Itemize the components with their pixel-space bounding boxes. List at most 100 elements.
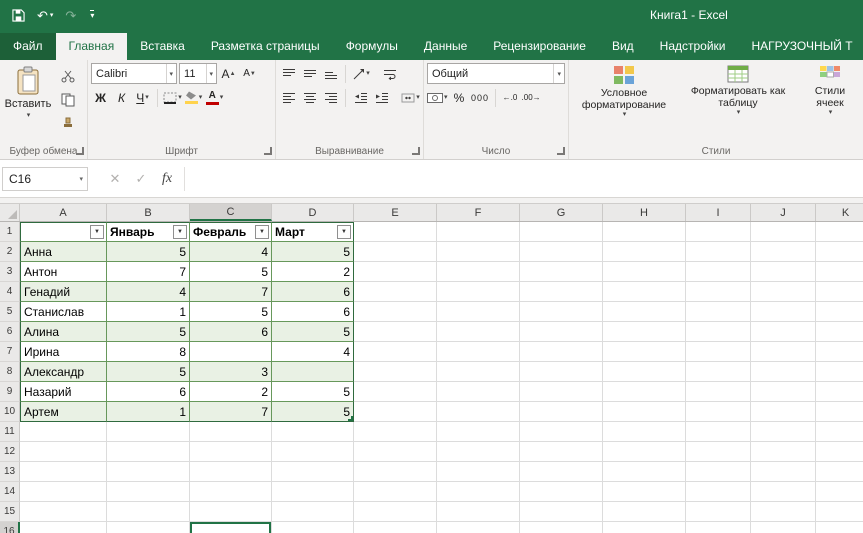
cell-F16[interactable] <box>437 522 520 533</box>
cell-C12[interactable] <box>190 442 272 462</box>
cell-H5[interactable] <box>603 302 686 322</box>
row-header-11[interactable]: 11 <box>0 422 20 442</box>
cell-C16[interactable] <box>190 522 272 533</box>
select-all-button[interactable] <box>0 204 20 221</box>
cell-A1[interactable]: ▼ <box>20 222 107 242</box>
cell-A8[interactable]: Александр <box>20 362 107 382</box>
cell-styles-button[interactable]: Стили ячеек ▾ <box>800 63 860 143</box>
cell-K13[interactable] <box>816 462 863 482</box>
cell-G14[interactable] <box>520 482 603 502</box>
fill-color-button[interactable]: ▾ <box>184 87 203 108</box>
cell-E15[interactable] <box>354 502 437 522</box>
cell-F4[interactable] <box>437 282 520 302</box>
dialog-launcher-icon[interactable] <box>264 147 272 155</box>
cell-K5[interactable] <box>816 302 863 322</box>
decrease-font-button[interactable]: А▼ <box>240 63 259 84</box>
cell-F8[interactable] <box>437 362 520 382</box>
cell-G12[interactable] <box>520 442 603 462</box>
filter-button-D1[interactable]: ▼ <box>337 225 351 239</box>
row-header-15[interactable]: 15 <box>0 502 20 522</box>
cell-G6[interactable] <box>520 322 603 342</box>
cell-D1[interactable]: Март▼ <box>272 222 354 242</box>
cell-K12[interactable] <box>816 442 863 462</box>
cell-I1[interactable] <box>686 222 751 242</box>
cell-H6[interactable] <box>603 322 686 342</box>
cell-F10[interactable] <box>437 402 520 422</box>
cell-G7[interactable] <box>520 342 603 362</box>
column-header-K[interactable]: K <box>816 204 863 221</box>
row-header-7[interactable]: 7 <box>0 342 20 362</box>
cell-K2[interactable] <box>816 242 863 262</box>
cell-E4[interactable] <box>354 282 437 302</box>
cell-C15[interactable] <box>190 502 272 522</box>
align-top-button[interactable] <box>279 63 298 84</box>
cell-B16[interactable] <box>107 522 190 533</box>
tab-load-test[interactable]: НАГРУЗОЧНЫЙ Т <box>739 33 863 60</box>
cell-C5[interactable]: 5 <box>190 302 272 322</box>
row-header-10[interactable]: 10 <box>0 402 20 422</box>
cell-B8[interactable]: 5 <box>107 362 190 382</box>
cell-J1[interactable] <box>751 222 816 242</box>
cell-H2[interactable] <box>603 242 686 262</box>
cell-C11[interactable] <box>190 422 272 442</box>
undo-button[interactable]: ↶▾ <box>37 9 53 22</box>
row-header-6[interactable]: 6 <box>0 322 20 342</box>
copy-button[interactable] <box>55 89 81 110</box>
cell-A4[interactable]: Генадий <box>20 282 107 302</box>
cell-H13[interactable] <box>603 462 686 482</box>
align-middle-button[interactable] <box>300 63 319 84</box>
cell-F9[interactable] <box>437 382 520 402</box>
row-header-5[interactable]: 5 <box>0 302 20 322</box>
tab-file[interactable]: Файл <box>0 33 56 60</box>
cell-I14[interactable] <box>686 482 751 502</box>
format-painter-button[interactable] <box>55 113 81 134</box>
cell-B5[interactable]: 1 <box>107 302 190 322</box>
cell-B3[interactable]: 7 <box>107 262 190 282</box>
row-header-3[interactable]: 3 <box>0 262 20 282</box>
cell-J10[interactable] <box>751 402 816 422</box>
increase-decimal-button[interactable]: ←.0 <box>501 87 520 108</box>
row-header-2[interactable]: 2 <box>0 242 20 262</box>
cell-H10[interactable] <box>603 402 686 422</box>
decrease-decimal-button[interactable]: .00→ <box>522 87 541 108</box>
cell-H1[interactable] <box>603 222 686 242</box>
increase-font-button[interactable]: А▲ <box>219 63 238 84</box>
tab-review[interactable]: Рецензирование <box>480 33 599 60</box>
column-header-F[interactable]: F <box>437 204 520 221</box>
cell-I11[interactable] <box>686 422 751 442</box>
cell-J3[interactable] <box>751 262 816 282</box>
row-header-8[interactable]: 8 <box>0 362 20 382</box>
cell-C6[interactable]: 6 <box>190 322 272 342</box>
cell-B13[interactable] <box>107 462 190 482</box>
cell-H12[interactable] <box>603 442 686 462</box>
cell-K16[interactable] <box>816 522 863 533</box>
cell-K15[interactable] <box>816 502 863 522</box>
column-header-A[interactable]: A <box>20 204 107 221</box>
font-color-button[interactable]: А ▾ <box>205 87 224 108</box>
cell-G1[interactable] <box>520 222 603 242</box>
italic-button[interactable]: К <box>112 87 131 108</box>
table-resize-handle[interactable] <box>348 416 353 421</box>
cell-K1[interactable] <box>816 222 863 242</box>
cell-E1[interactable] <box>354 222 437 242</box>
cancel-button[interactable]: ✕ <box>102 167 128 191</box>
cell-J4[interactable] <box>751 282 816 302</box>
cell-A3[interactable]: Антон <box>20 262 107 282</box>
row-header-13[interactable]: 13 <box>0 462 20 482</box>
paste-button[interactable]: Вставить ▾ <box>3 63 53 119</box>
cell-K6[interactable] <box>816 322 863 342</box>
cell-J12[interactable] <box>751 442 816 462</box>
cell-J14[interactable] <box>751 482 816 502</box>
number-format-combo[interactable]: Общий ▾ <box>427 63 565 84</box>
cell-K4[interactable] <box>816 282 863 302</box>
cell-J13[interactable] <box>751 462 816 482</box>
cell-F1[interactable] <box>437 222 520 242</box>
cell-E5[interactable] <box>354 302 437 322</box>
cell-K7[interactable] <box>816 342 863 362</box>
cell-G10[interactable] <box>520 402 603 422</box>
cut-button[interactable] <box>55 65 81 86</box>
cell-I4[interactable] <box>686 282 751 302</box>
cell-H7[interactable] <box>603 342 686 362</box>
cell-G16[interactable] <box>520 522 603 533</box>
cell-J2[interactable] <box>751 242 816 262</box>
